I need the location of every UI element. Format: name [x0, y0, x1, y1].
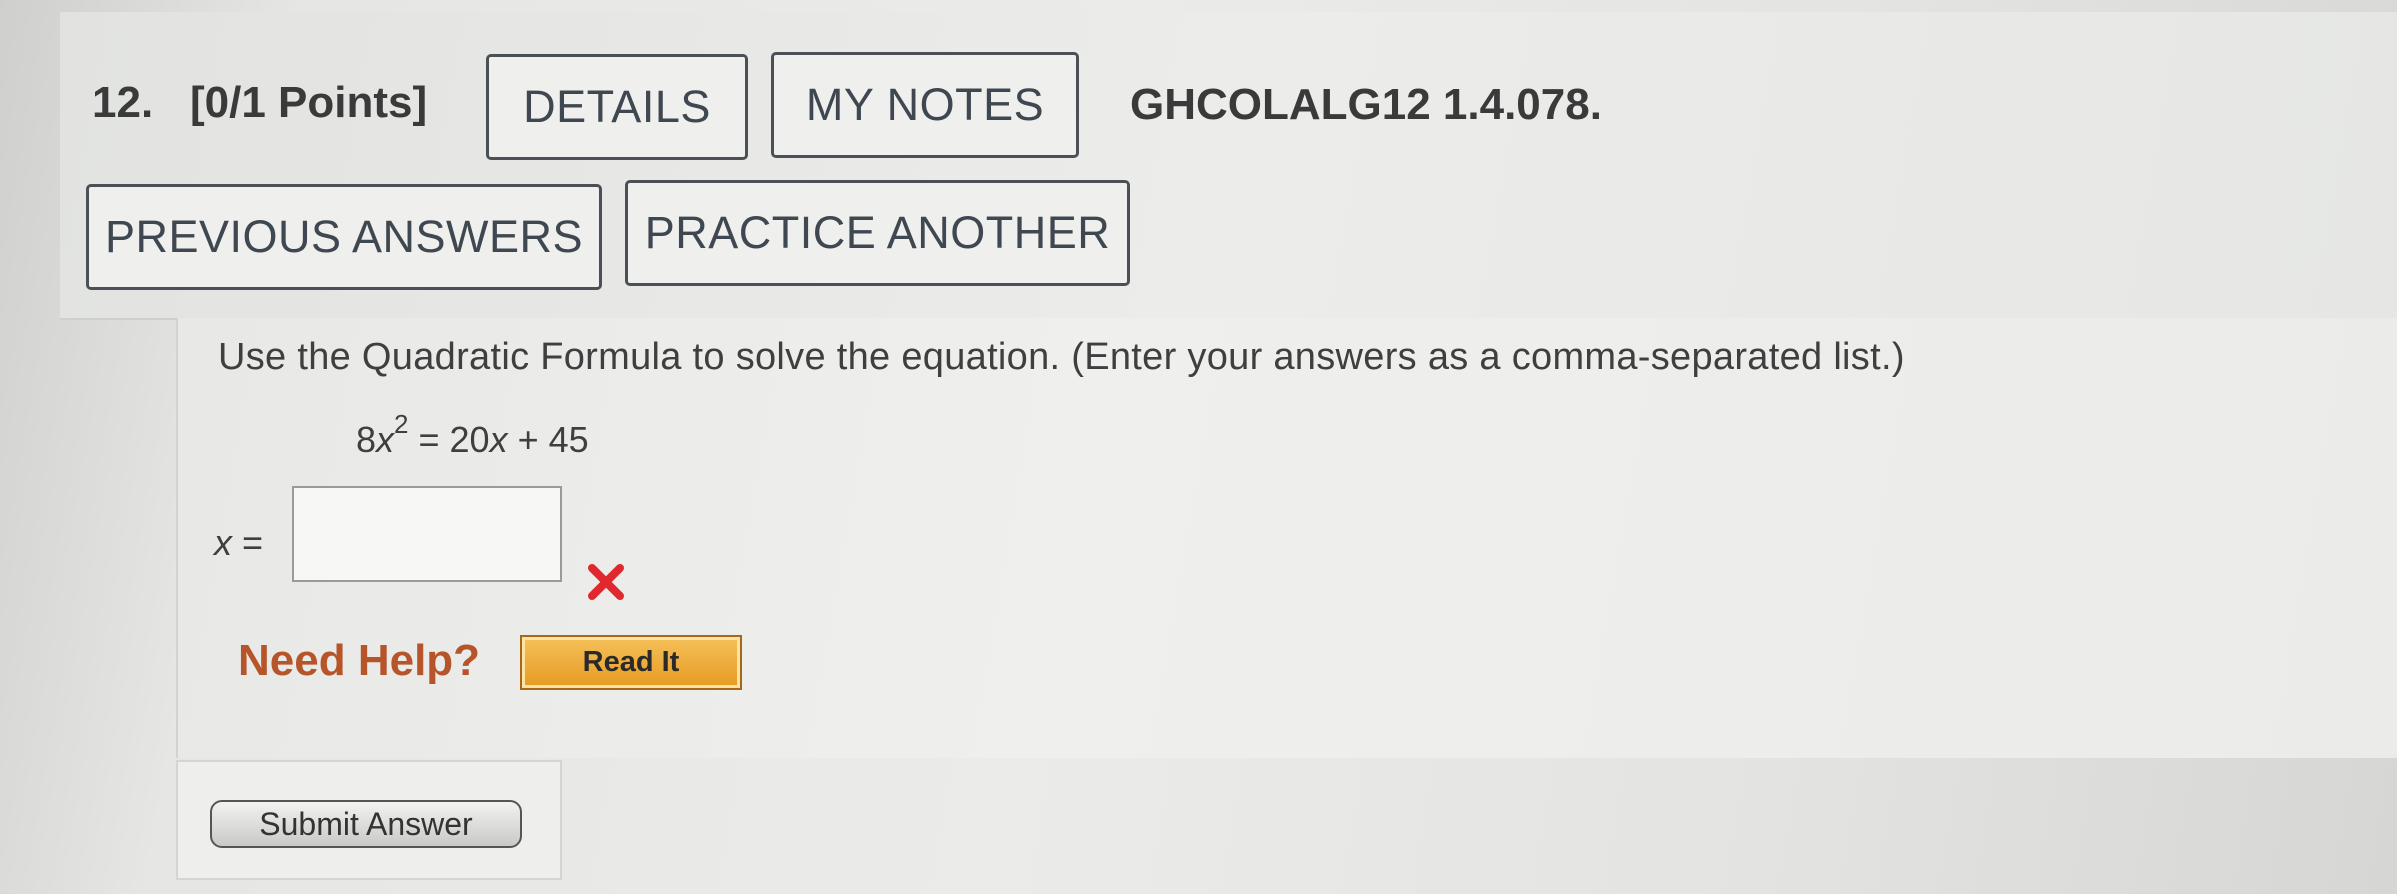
answer-equals: =: [232, 522, 264, 563]
equation: 8x2 = 20x + 45: [356, 409, 589, 461]
answer-variable: x: [214, 522, 232, 563]
answer-input[interactable]: [292, 486, 562, 582]
answer-label: x =: [214, 522, 263, 564]
need-help-label: Need Help?: [238, 636, 481, 685]
incorrect-x-icon: [588, 564, 624, 600]
assignment-code: GHCOLALG12 1.4.078.: [1130, 80, 1602, 129]
question-number: 12.: [92, 78, 154, 127]
details-button[interactable]: DETAILS: [486, 54, 748, 160]
my-notes-button[interactable]: MY NOTES: [771, 52, 1079, 158]
equation-coefficient: 8: [356, 419, 377, 460]
equation-rhs-suffix: + 45: [507, 419, 589, 460]
equation-rhs-prefix: = 20: [408, 419, 490, 460]
previous-answers-button[interactable]: PREVIOUS ANSWERS: [86, 184, 602, 290]
equation-variable: x: [376, 419, 395, 460]
question-instructions: Use the Quadratic Formula to solve the e…: [218, 336, 1905, 378]
submit-answer-button[interactable]: Submit Answer: [210, 800, 522, 848]
equation-rhs-variable: x: [489, 419, 508, 460]
equation-exponent: 2: [394, 409, 409, 439]
question-points: [0/1 Points]: [190, 78, 428, 127]
read-it-button[interactable]: Read It: [520, 635, 742, 690]
practice-another-button[interactable]: PRACTICE ANOTHER: [625, 180, 1130, 286]
